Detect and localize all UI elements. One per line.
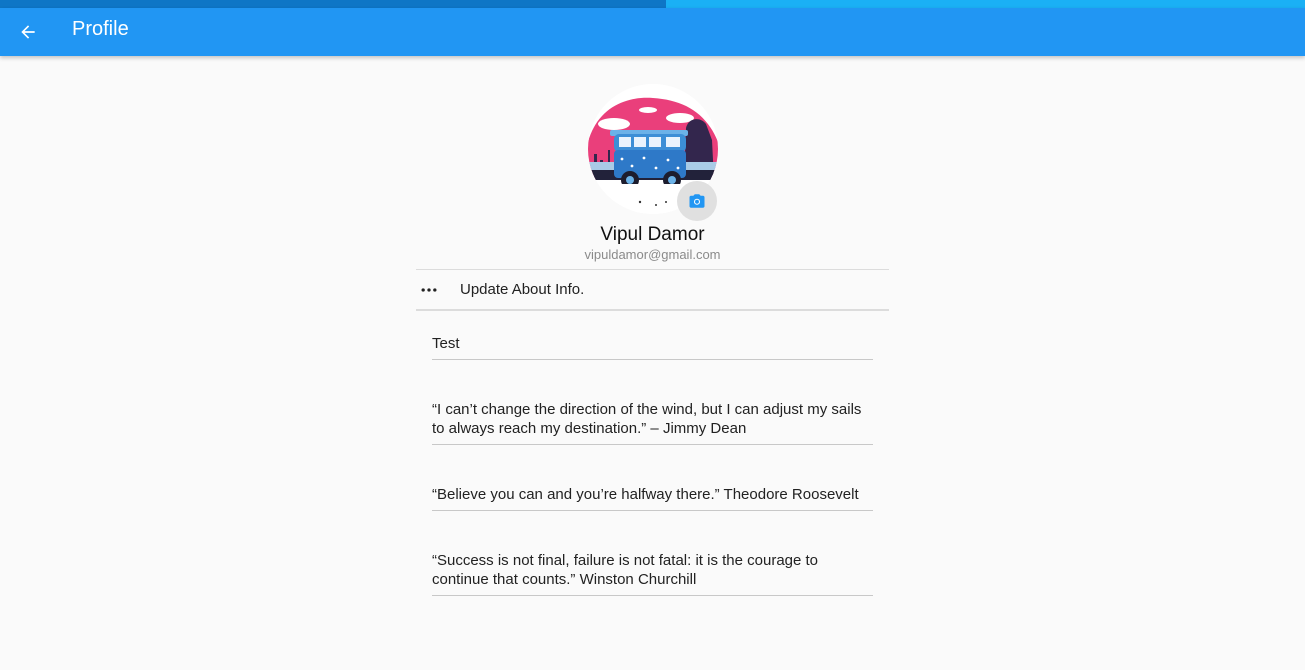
about-entry: Test bbox=[432, 334, 873, 360]
app-bar: Profile bbox=[0, 8, 1305, 56]
about-entry: “Believe you can and you’re halfway ther… bbox=[432, 485, 873, 511]
loading-progress-bar bbox=[0, 0, 1305, 8]
more-horiz-icon[interactable] bbox=[416, 270, 442, 309]
user-name: Vipul Damor bbox=[600, 224, 705, 245]
about-entry: “Success is not final, failure is not fa… bbox=[432, 551, 873, 596]
about-entry: “I can’t change the direction of the win… bbox=[432, 400, 873, 445]
profile-content: Vipul Damor vipuldamor@gmail.com Update … bbox=[416, 84, 889, 596]
back-button[interactable] bbox=[8, 8, 48, 56]
user-email: vipuldamor@gmail.com bbox=[584, 247, 721, 262]
update-about-label[interactable]: Update About Info. bbox=[460, 270, 584, 309]
change-photo-button[interactable] bbox=[676, 181, 717, 221]
loading-progress-fill bbox=[0, 0, 666, 8]
avatar-container bbox=[587, 84, 718, 221]
update-about-row[interactable]: Update About Info. bbox=[416, 269, 889, 311]
page-title: Profile bbox=[72, 18, 129, 40]
camera-icon bbox=[689, 194, 704, 208]
arrow-back-icon bbox=[21, 25, 35, 39]
about-list: Test “I can’t change the direction of th… bbox=[432, 334, 873, 596]
